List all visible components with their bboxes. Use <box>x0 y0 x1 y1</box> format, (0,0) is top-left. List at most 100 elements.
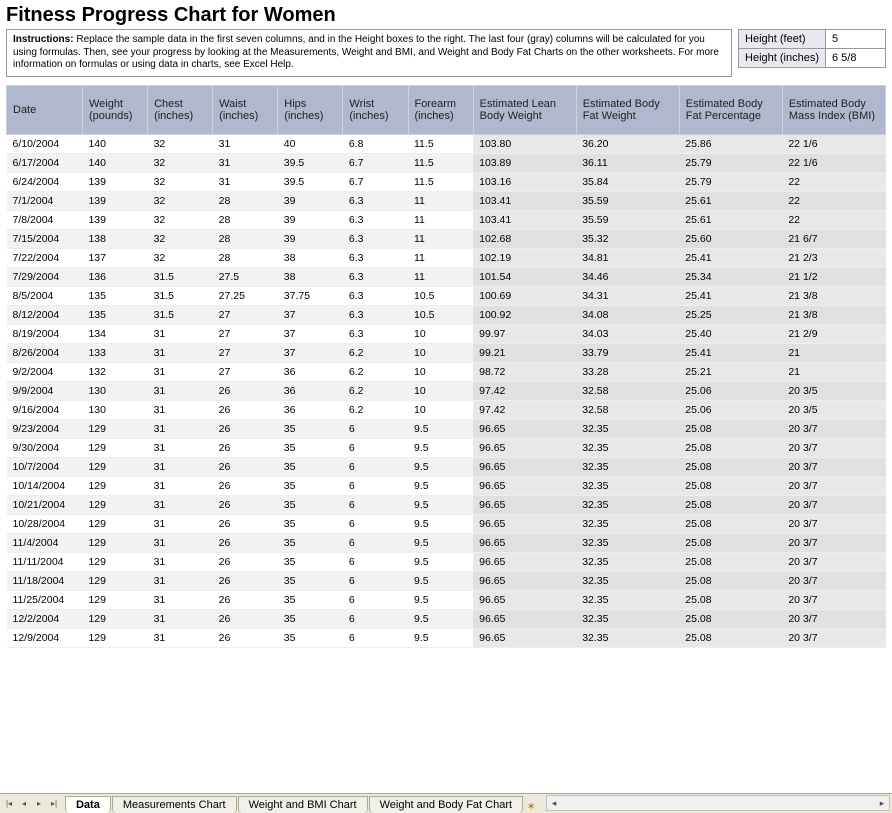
table-cell[interactable]: 130 <box>82 381 147 400</box>
table-cell[interactable]: 39.5 <box>278 153 343 172</box>
table-cell[interactable]: 32.35 <box>576 457 679 476</box>
table-cell[interactable]: 35 <box>278 476 343 495</box>
table-cell[interactable]: 35 <box>278 552 343 571</box>
table-cell[interactable]: 39.5 <box>278 172 343 191</box>
table-cell[interactable]: 35 <box>278 609 343 628</box>
table-cell[interactable]: 20 3/7 <box>782 571 885 590</box>
table-cell[interactable]: 32.35 <box>576 419 679 438</box>
table-cell[interactable]: 25.40 <box>679 324 782 343</box>
table-cell[interactable]: 20 3/5 <box>782 381 885 400</box>
table-cell[interactable]: 35 <box>278 590 343 609</box>
table-cell[interactable]: 103.80 <box>473 134 576 153</box>
table-cell[interactable]: 8/26/2004 <box>7 343 83 362</box>
table-cell[interactable]: 25.25 <box>679 305 782 324</box>
table-cell[interactable]: 11 <box>408 191 473 210</box>
table-cell[interactable]: 9.5 <box>408 438 473 457</box>
table-cell[interactable]: 20 3/7 <box>782 533 885 552</box>
table-cell[interactable]: 98.72 <box>473 362 576 381</box>
table-cell[interactable]: 12/9/2004 <box>7 628 83 647</box>
table-cell[interactable]: 32.58 <box>576 381 679 400</box>
table-cell[interactable]: 33.28 <box>576 362 679 381</box>
table-cell[interactable]: 26 <box>213 514 278 533</box>
table-cell[interactable]: 27 <box>213 343 278 362</box>
table-cell[interactable]: 129 <box>82 457 147 476</box>
table-cell[interactable]: 25.21 <box>679 362 782 381</box>
table-cell[interactable]: 31 <box>213 134 278 153</box>
table-cell[interactable]: 6 <box>343 590 408 609</box>
table-cell[interactable]: 36 <box>278 381 343 400</box>
table-cell[interactable]: 31 <box>148 438 213 457</box>
table-cell[interactable]: 97.42 <box>473 381 576 400</box>
table-cell[interactable]: 6 <box>343 476 408 495</box>
table-cell[interactable]: 10/28/2004 <box>7 514 83 533</box>
tab-data[interactable]: Data <box>65 796 111 813</box>
table-cell[interactable]: 38 <box>278 267 343 286</box>
table-cell[interactable]: 6.2 <box>343 381 408 400</box>
table-cell[interactable]: 31.5 <box>148 305 213 324</box>
table-cell[interactable]: 32.35 <box>576 628 679 647</box>
table-cell[interactable]: 35 <box>278 571 343 590</box>
table-cell[interactable]: 11/25/2004 <box>7 590 83 609</box>
table-cell[interactable]: 10 <box>408 324 473 343</box>
table-cell[interactable]: 27.25 <box>213 286 278 305</box>
table-cell[interactable]: 140 <box>82 134 147 153</box>
table-cell[interactable]: 96.65 <box>473 552 576 571</box>
table-cell[interactable]: 31 <box>148 533 213 552</box>
table-cell[interactable]: 26 <box>213 552 278 571</box>
table-cell[interactable]: 32.35 <box>576 476 679 495</box>
table-cell[interactable]: 25.41 <box>679 248 782 267</box>
table-cell[interactable]: 132 <box>82 362 147 381</box>
table-cell[interactable]: 20 3/7 <box>782 495 885 514</box>
table-cell[interactable]: 9.5 <box>408 495 473 514</box>
table-cell[interactable]: 32.35 <box>576 514 679 533</box>
table-cell[interactable]: 39 <box>278 210 343 229</box>
table-cell[interactable]: 138 <box>82 229 147 248</box>
table-cell[interactable]: 20 3/7 <box>782 419 885 438</box>
table-cell[interactable]: 103.41 <box>473 210 576 229</box>
table-cell[interactable]: 10.5 <box>408 305 473 324</box>
col-hips[interactable]: Hips (inches) <box>278 85 343 134</box>
table-cell[interactable]: 9/9/2004 <box>7 381 83 400</box>
table-cell[interactable]: 37 <box>278 324 343 343</box>
table-cell[interactable]: 9.5 <box>408 609 473 628</box>
table-cell[interactable]: 20 3/7 <box>782 514 885 533</box>
table-cell[interactable]: 9.5 <box>408 552 473 571</box>
table-cell[interactable]: 21 6/7 <box>782 229 885 248</box>
table-cell[interactable]: 96.65 <box>473 533 576 552</box>
table-cell[interactable]: 26 <box>213 609 278 628</box>
table-cell[interactable]: 34.81 <box>576 248 679 267</box>
table-cell[interactable]: 31 <box>148 495 213 514</box>
table-cell[interactable]: 40 <box>278 134 343 153</box>
table-cell[interactable]: 31 <box>148 628 213 647</box>
table-cell[interactable]: 20 3/7 <box>782 457 885 476</box>
table-cell[interactable]: 8/19/2004 <box>7 324 83 343</box>
table-cell[interactable]: 25.08 <box>679 628 782 647</box>
table-cell[interactable]: 25.08 <box>679 533 782 552</box>
table-cell[interactable]: 25.08 <box>679 571 782 590</box>
table-cell[interactable]: 27.5 <box>213 267 278 286</box>
table-cell[interactable]: 25.41 <box>679 343 782 362</box>
table-cell[interactable]: 39 <box>278 229 343 248</box>
table-cell[interactable]: 100.69 <box>473 286 576 305</box>
table-cell[interactable]: 26 <box>213 476 278 495</box>
table-cell[interactable]: 6 <box>343 495 408 514</box>
table-cell[interactable]: 32.35 <box>576 552 679 571</box>
table-cell[interactable]: 129 <box>82 514 147 533</box>
col-waist[interactable]: Waist (inches) <box>213 85 278 134</box>
table-cell[interactable]: 6/17/2004 <box>7 153 83 172</box>
table-cell[interactable]: 25.79 <box>679 153 782 172</box>
table-cell[interactable]: 6.3 <box>343 210 408 229</box>
table-cell[interactable]: 32.58 <box>576 400 679 419</box>
table-cell[interactable]: 21 3/8 <box>782 305 885 324</box>
table-cell[interactable]: 9.5 <box>408 457 473 476</box>
table-cell[interactable]: 135 <box>82 305 147 324</box>
table-cell[interactable]: 31.5 <box>148 267 213 286</box>
table-cell[interactable]: 21 <box>782 343 885 362</box>
table-cell[interactable]: 27 <box>213 324 278 343</box>
table-cell[interactable]: 7/29/2004 <box>7 267 83 286</box>
table-cell[interactable]: 31 <box>148 476 213 495</box>
table-cell[interactable]: 34.03 <box>576 324 679 343</box>
table-cell[interactable]: 26 <box>213 381 278 400</box>
table-cell[interactable]: 32 <box>148 210 213 229</box>
table-cell[interactable]: 6.3 <box>343 191 408 210</box>
